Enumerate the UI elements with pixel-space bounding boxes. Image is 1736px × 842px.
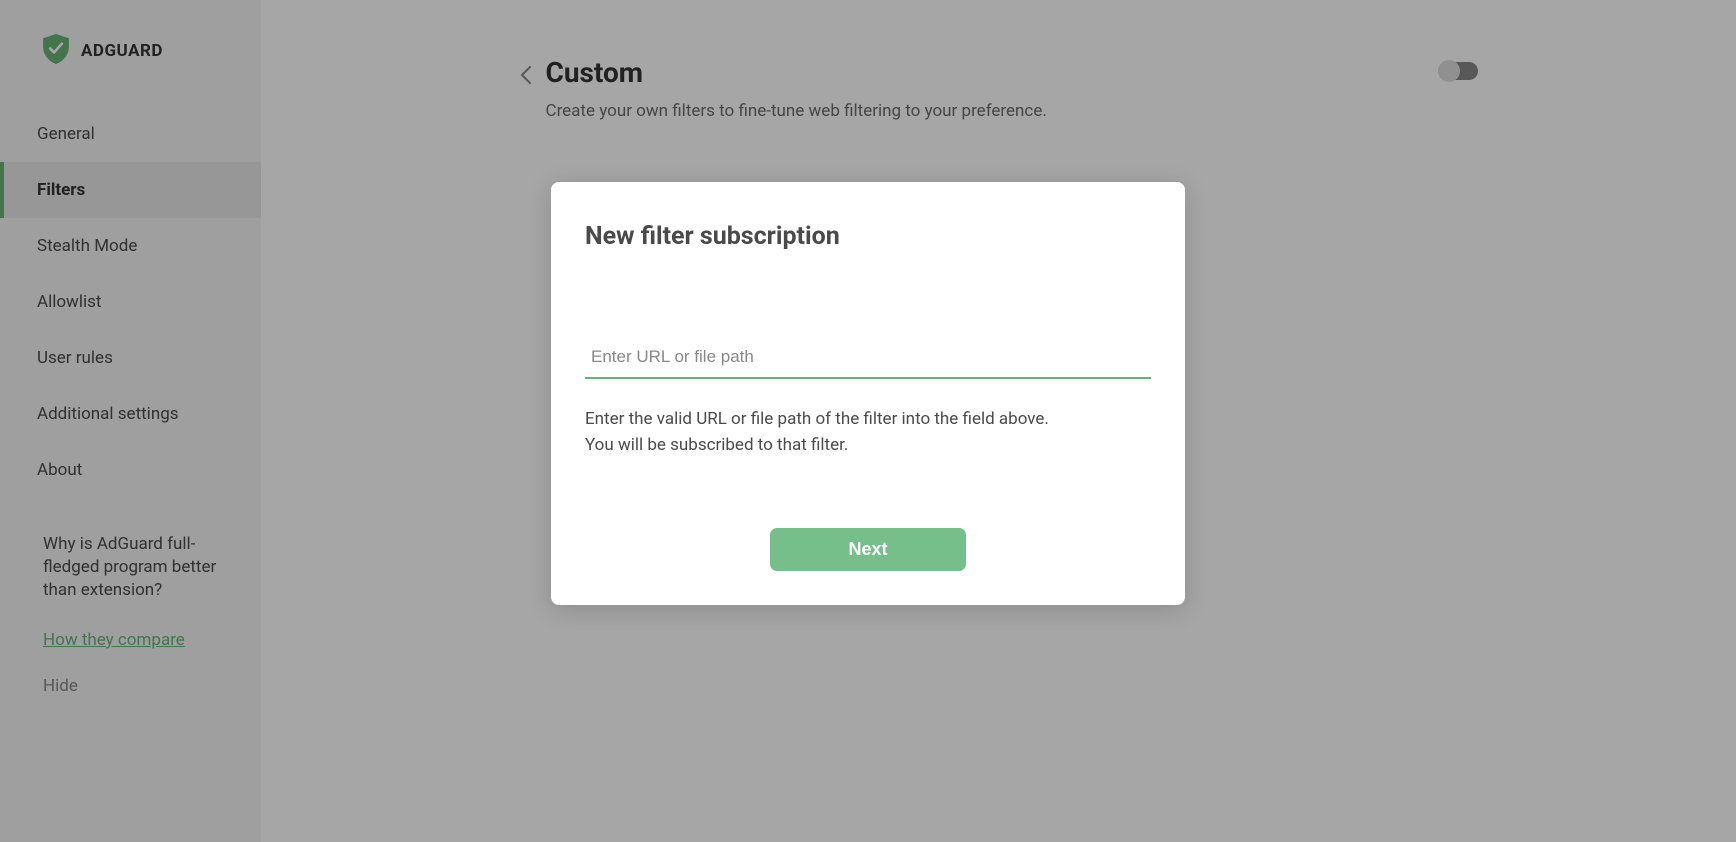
next-button[interactable]: Next xyxy=(770,528,965,571)
modal-title: New filter subscription xyxy=(585,222,1151,251)
modal-actions: Next xyxy=(585,528,1151,571)
filter-url-input[interactable] xyxy=(585,341,1151,379)
new-filter-subscription-modal: New filter subscription Enter the valid … xyxy=(551,182,1185,605)
modal-help-text: Enter the valid URL or file path of the … xyxy=(585,407,1151,458)
